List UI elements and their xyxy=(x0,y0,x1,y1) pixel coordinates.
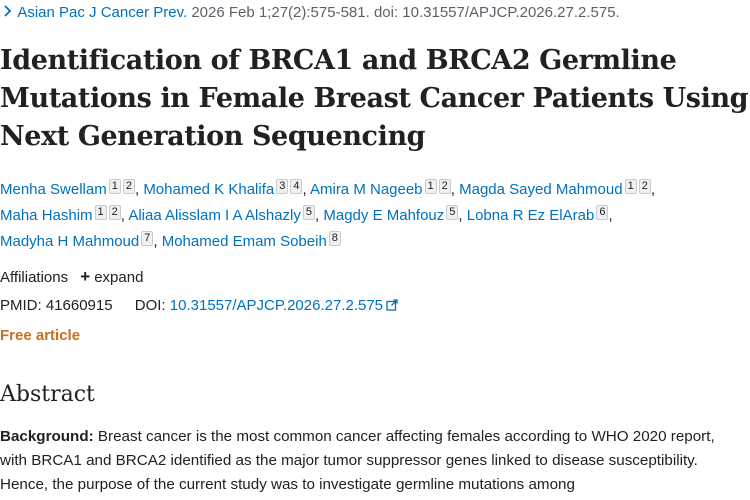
background-text: Breast cancer is the most common cancer … xyxy=(0,428,715,493)
affiliation-number[interactable]: 1 xyxy=(94,205,107,220)
affiliation-number[interactable]: 2 xyxy=(638,179,651,194)
pmid-value: 41660915 xyxy=(45,297,113,314)
free-article-badge: Free article xyxy=(0,327,81,344)
author-separator: , xyxy=(608,207,613,224)
chevron-right-icon xyxy=(4,5,12,17)
affiliation-number[interactable]: 4 xyxy=(290,179,303,194)
author-separator: , xyxy=(650,181,655,198)
author-item: Lobna R Ez ElArab 6, xyxy=(467,205,613,224)
pmid-label: PMID: xyxy=(0,297,42,314)
author-name-link[interactable]: Madyha H Mahmoud xyxy=(0,233,139,250)
author-item: Magda Sayed Mahmoud 1 2, xyxy=(459,179,655,198)
author-name-link[interactable]: Maha Hashim xyxy=(0,207,93,224)
author-item: Magdy E Mahfouz 5, xyxy=(323,205,463,224)
doi-value: 10.31557/APJCP.2026.27.2.575 xyxy=(169,297,384,314)
affiliations-label: Affiliations xyxy=(0,269,69,286)
affiliation-number[interactable]: 5 xyxy=(302,205,316,220)
author-item: Menha Swellam 1 2, xyxy=(0,179,140,198)
external-link-icon xyxy=(386,299,398,311)
affiliation-number[interactable]: 1 xyxy=(424,179,437,194)
author-separator: , xyxy=(450,181,455,198)
author-separator: , xyxy=(120,207,125,224)
author-item: Aliaa Alisslam I A Alshazly 5, xyxy=(128,205,320,224)
affiliation-number[interactable]: 2 xyxy=(438,179,451,194)
author-name-link[interactable]: Magdy E Mahfouz xyxy=(323,207,444,224)
article-page: Asian Pac J Cancer Prev. 2026 Feb 1;27(2… xyxy=(0,0,750,500)
author-item: Amira M Nageeb 1 2, xyxy=(310,179,455,198)
abstract-heading: Abstract xyxy=(0,382,95,407)
doi-label: DOI: xyxy=(134,297,166,314)
affiliation-number[interactable]: 1 xyxy=(108,179,121,194)
background-label: Background: xyxy=(0,428,94,445)
author-separator: , xyxy=(153,233,158,250)
author-name-link[interactable]: Mohamed K Khalifa xyxy=(143,181,274,198)
affiliation-number[interactable]: 2 xyxy=(108,205,121,220)
author-separator: , xyxy=(458,207,463,224)
author-name-link[interactable]: Mohamed Emam Sobeih xyxy=(162,233,327,250)
affiliation-number[interactable]: 3 xyxy=(276,179,289,194)
author-list: Menha Swellam 1 2, Mohamed K Khalifa 3 4, Am… xyxy=(0,177,750,255)
author-separator: , xyxy=(134,181,140,198)
author-item: Mohamed K Khalifa 3 4, xyxy=(143,179,307,198)
author-name-link[interactable]: Aliaa Alisslam I A Alshazly xyxy=(128,207,301,224)
expand-label: expand xyxy=(94,269,144,286)
author-name-link[interactable]: Amira M Nageeb xyxy=(310,181,423,198)
affiliation-number[interactable]: 8 xyxy=(328,231,341,246)
author-item: Madyha H Mahmoud 7, xyxy=(0,231,158,250)
author-name-link[interactable]: Menha Swellam xyxy=(0,181,107,198)
doi-link[interactable]: 10.31557/APJCP.2026.27.2.575 xyxy=(170,297,398,314)
plus-icon: + xyxy=(80,267,91,286)
affiliations-row: Affiliations + expand xyxy=(0,266,143,289)
citation-line: Asian Pac J Cancer Prev. 2026 Feb 1;27(2… xyxy=(0,2,620,24)
identifiers-row: PMID: 41660915 DOI: 10.31557/APJCP.2026.… xyxy=(0,295,398,317)
abstract-body: Background: Breast cancer is the most co… xyxy=(0,425,745,497)
author-separator: , xyxy=(302,181,307,198)
citation-details: 2026 Feb 1;27(2):575-581. doi: 10.31557/… xyxy=(191,4,620,21)
author-name-link[interactable]: Lobna R Ez ElArab xyxy=(467,207,595,224)
author-separator: , xyxy=(315,207,320,224)
affiliation-number[interactable]: 5 xyxy=(446,205,459,220)
author-name-link[interactable]: Magda Sayed Mahmoud xyxy=(459,181,622,198)
affiliation-number[interactable]: 1 xyxy=(624,179,637,194)
journal-link[interactable]: Asian Pac J Cancer Prev. xyxy=(17,4,187,21)
author-item: Mohamed Emam Sobeih 8 xyxy=(162,231,341,250)
article-title: Identification of BRCA1 and BRCA2 Germli… xyxy=(0,45,749,152)
affiliations-expand-button[interactable]: + expand xyxy=(80,267,144,286)
affiliation-number[interactable]: 2 xyxy=(122,179,135,194)
affiliation-number[interactable]: 6 xyxy=(596,205,609,220)
affiliation-number[interactable]: 7 xyxy=(141,231,154,246)
author-item: Maha Hashim 1 2, xyxy=(0,205,125,224)
